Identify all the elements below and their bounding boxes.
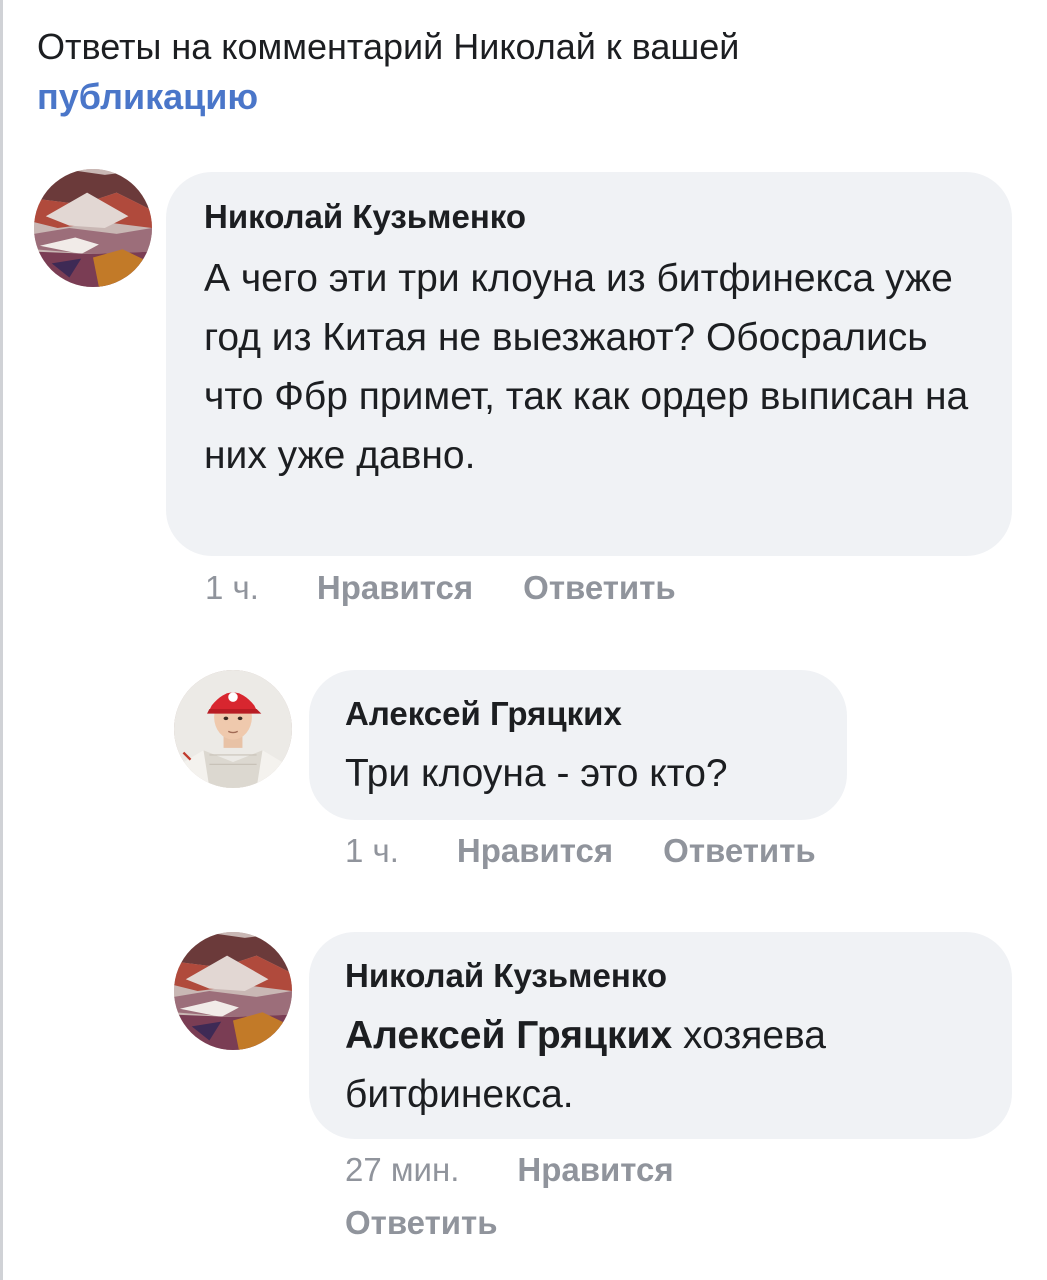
header-text: Ответы на комментарий Николай к вашей <box>37 26 740 67</box>
reply-button[interactable]: Ответить <box>523 569 676 606</box>
left-border <box>0 0 3 1280</box>
person-photo-avatar-icon <box>174 670 292 788</box>
comment-text: А чего эти три клоуна из битфинекса уже … <box>204 257 969 477</box>
mention-link[interactable]: Алексей Гряцких <box>345 1014 672 1057</box>
like-button[interactable]: Нравится <box>317 569 473 606</box>
comment-actions-3-line1: 27 мин. Нравится <box>345 1150 674 1190</box>
comment-bubble-1: Николай Кузьменко А чего эти три клоуна … <box>166 172 1012 556</box>
avatar-aleksei[interactable] <box>174 670 292 788</box>
comment-author[interactable]: Николай Кузьменко <box>204 197 976 237</box>
comment-actions-1: 1 ч. Нравится Ответить <box>205 568 676 608</box>
comment-time: 1 ч. <box>205 569 259 606</box>
comment-author[interactable]: Николай Кузьменко <box>345 956 976 996</box>
landscape-avatar-icon <box>34 169 152 287</box>
comment-bubble-2: Алексей Гряцких Три клоуна - это кто? <box>309 670 847 820</box>
thread-header: Ответы на комментарий Николай к вашей пу… <box>37 22 997 122</box>
avatar-nikolai[interactable] <box>34 169 152 287</box>
comment-actions-2: 1 ч. Нравится Ответить <box>345 831 816 871</box>
comment-actions-3-line2: Ответить <box>345 1203 498 1243</box>
publication-link[interactable]: публикацию <box>37 76 258 117</box>
comment-author[interactable]: Алексей Гряцких <box>345 694 811 734</box>
like-button[interactable]: Нравится <box>517 1151 673 1188</box>
avatar-nikolai[interactable] <box>174 932 292 1050</box>
comment-text: Алексей Гряцких хозяева битфинекса. <box>345 1006 976 1124</box>
reply-button[interactable]: Ответить <box>663 832 816 869</box>
comment-bubble-3: Николай Кузьменко Алексей Гряцких хозяев… <box>309 932 1012 1139</box>
reply-button[interactable]: Ответить <box>345 1204 498 1241</box>
comment-time: 1 ч. <box>345 832 399 869</box>
landscape-avatar-icon <box>174 932 292 1050</box>
comment-text: Три клоуна - это кто? <box>345 752 728 795</box>
like-button[interactable]: Нравится <box>457 832 613 869</box>
comment-time: 27 мин. <box>345 1151 460 1188</box>
